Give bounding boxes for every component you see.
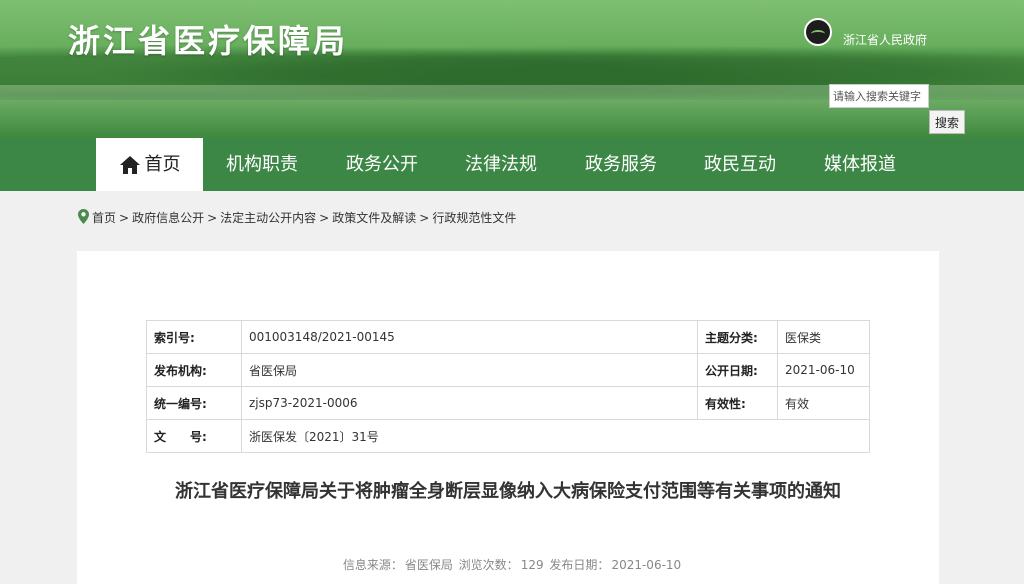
nav-item-institution[interactable]: 机构职责 [216,138,308,191]
issuer-value: 省医保局 [241,353,698,387]
breadcrumb-normative[interactable]: 行政规范性文件 [432,211,516,225]
nav-item-label: 首页 [144,154,181,175]
source-value: 省医保局 [404,558,453,572]
code-value: zjsp73-2021-0006 [241,386,698,420]
site-title[interactable]: 浙江省医疗保障局 [68,16,348,62]
index-value: 001003148/2021-00145 [241,320,698,354]
topic-label: 主题分类: [697,320,778,354]
table-row: 索引号: 001003148/2021-00145 主题分类: 医保类 [146,320,870,354]
publish-date-value: 2021-06-10 [611,558,682,572]
docno-value: 浙医保发〔2021〕31号 [241,419,870,453]
code-label: 统一编号: [146,386,242,420]
nav-item-services[interactable]: 政务服务 [575,138,667,191]
nav-item-home[interactable]: 首页 [96,138,203,191]
breadcrumb-separator: > [119,211,130,225]
topic-value: 医保类 [777,320,870,354]
date-value: 2021-06-10 [777,353,870,387]
breadcrumb-separator: > [419,211,430,225]
main-nav: 首页 机构职责 政务公开 法律法规 政务服务 政民互动 媒体报道 [0,138,1024,191]
breadcrumb-home[interactable]: 首页 [92,211,116,225]
source-label: 信息来源： [342,558,403,572]
gov-portal-link[interactable]: 浙江省人民政府 [843,31,927,48]
nav-item-gov-affairs-open[interactable]: 政务公开 [336,138,428,191]
search-button[interactable]: 搜索 [929,110,965,134]
breadcrumb-policy[interactable]: 政策文件及解读 [332,211,416,225]
views-label: 浏览次数： [458,558,519,572]
index-label: 索引号: [146,320,242,354]
breadcrumb-separator: > [207,211,218,225]
breadcrumb-gov-info[interactable]: 政府信息公开 [132,211,204,225]
search-input[interactable] [829,84,929,108]
document-info: 信息来源： 省医保局 浏览次数： 129 发布日期： 2021-06-10 [0,556,1024,573]
header-banner: 浙江省医疗保障局 浙江省人民政府 搜索 [0,0,1024,138]
home-icon [119,156,140,174]
nav-item-media[interactable]: 媒体报道 [814,138,906,191]
table-row: 文 号: 浙医保发〔2021〕31号 [146,419,870,453]
breadcrumb-separator: > [319,211,330,225]
issuer-label: 发布机构: [146,353,242,387]
nav-item-laws[interactable]: 法律法规 [455,138,547,191]
location-pin-icon [78,209,89,224]
date-label: 公开日期: [697,353,778,387]
table-row: 统一编号: zjsp73-2021-0006 有效性: 有效 [146,386,870,420]
validity-value: 有效 [777,386,870,420]
document-title: 浙江省医疗保障局关于将肿瘤全身断层显像纳入大病保险支付范围等有关事项的通知 [175,481,841,502]
docno-label: 文 号: [146,419,242,453]
publish-date-label: 发布日期： [549,558,610,572]
validity-label: 有效性: [697,386,778,420]
document-metadata-table: 索引号: 001003148/2021-00145 主题分类: 医保类 发布机构… [146,320,870,453]
breadcrumb-statutory[interactable]: 法定主动公开内容 [220,211,316,225]
views-value: 129 [520,558,544,572]
table-row: 发布机构: 省医保局 公开日期: 2021-06-10 [146,353,870,387]
gov-emblem-icon[interactable] [804,18,832,46]
nav-item-interaction[interactable]: 政民互动 [694,138,786,191]
breadcrumb: 首页 > 政府信息公开 > 法定主动公开内容 > 政策文件及解读 > 行政规范性文件 [78,209,516,226]
